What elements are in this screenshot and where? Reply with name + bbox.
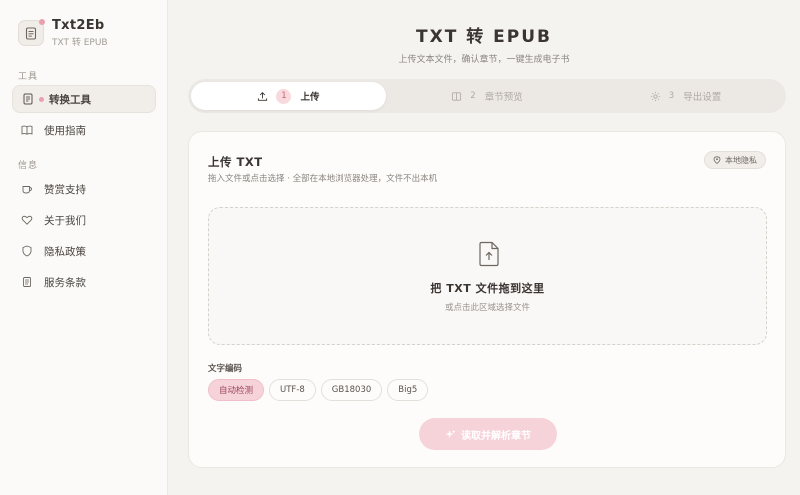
upload-card: 上传 TXT 拖入文件或点击选择 · 全部在本地浏览器处理，文件不出本机 本地隐… (188, 131, 786, 468)
sidebar-item-label: 转换工具 (49, 93, 91, 106)
privacy-badge: 本地隐私 (704, 151, 766, 169)
step-chapter-preview[interactable]: 2 章节预览 (389, 82, 585, 110)
document-icon (23, 93, 33, 105)
encoding-option-auto[interactable]: 自动检测 (208, 379, 265, 401)
sidebar: Txt2Eb TXT 转 EPUB 工具 转换工具 使用指南 信息 赞赏支持 关… (0, 0, 168, 495)
gear-icon (650, 91, 660, 101)
shield-icon (22, 245, 32, 257)
page-title: TXT 转 EPUB (416, 27, 552, 47)
encoding-option-big5[interactable]: Big5 (387, 379, 429, 401)
file-dropzone[interactable]: 把 TXT 文件拖到这里 或点击此区域选择文件 (208, 207, 767, 345)
card-title: 上传 TXT (208, 155, 263, 169)
section-label-info: 信息 (18, 161, 39, 171)
brand-subtitle: TXT 转 EPUB (52, 38, 108, 48)
encoding-option-gb18030[interactable]: GB18030 (320, 379, 383, 401)
sidebar-item-label: 赞赏支持 (44, 183, 86, 196)
card-description: 拖入文件或点击选择 · 全部在本地浏览器处理，文件不出本机 (208, 174, 438, 184)
sidebar-item-convert-tool[interactable]: 转换工具 (12, 85, 156, 113)
encoding-option-utf8[interactable]: UTF-8 (269, 379, 316, 401)
sidebar-item-label: 服务条款 (44, 276, 86, 289)
sidebar-item-label: 使用指南 (44, 124, 86, 137)
coffee-icon (22, 186, 32, 194)
app-logo-icon (18, 19, 45, 46)
scroll-icon (23, 277, 31, 287)
parse-chapters-label: 读取并解析章节 (461, 430, 531, 442)
step-number: 1 (276, 88, 292, 104)
brand[interactable]: Txt2Eb TXT 转 EPUB (18, 18, 108, 48)
book-icon (21, 125, 33, 135)
step-indicator: 1 上传 2 章节预览 3 导出设置 (188, 79, 786, 113)
sidebar-item-privacy[interactable]: 隐私政策 (12, 237, 156, 265)
page-subtitle: 上传文本文件，确认章节，一键生成电子书 (398, 55, 570, 65)
encoding-options: 自动检测 UTF-8 GB18030 Big5 (208, 379, 433, 401)
sidebar-item-user-guide[interactable]: 使用指南 (12, 116, 156, 144)
step-label: 上传 (300, 92, 320, 103)
file-upload-icon (479, 241, 499, 267)
active-indicator-dot (39, 96, 44, 102)
upload-icon (258, 91, 268, 101)
step-label: 导出设置 (683, 92, 722, 103)
sidebar-item-terms[interactable]: 服务条款 (12, 268, 156, 296)
location-pin-icon (713, 156, 721, 164)
brand-name: Txt2Eb (52, 18, 105, 33)
sidebar-item-label: 隐私政策 (44, 245, 86, 258)
sidebar-item-label: 关于我们 (44, 214, 86, 227)
step-upload[interactable]: 1 上传 (191, 82, 386, 110)
book-icon (452, 91, 462, 101)
heart-icon (21, 215, 33, 225)
privacy-badge-label: 本地隐私 (725, 155, 757, 165)
step-number: 2 (470, 91, 476, 101)
logo-badge-dot (39, 19, 45, 25)
encoding-label: 文字编码 (208, 364, 243, 374)
step-number: 3 (668, 91, 675, 101)
parse-chapters-button[interactable]: 读取并解析章节 (419, 418, 557, 450)
sidebar-item-about[interactable]: 关于我们 (12, 206, 156, 234)
section-label-tools: 工具 (18, 72, 39, 82)
dropzone-title: 把 TXT 文件拖到这里 (430, 282, 545, 295)
step-export-settings[interactable]: 3 导出设置 (588, 82, 783, 110)
step-label: 章节预览 (484, 92, 523, 103)
sidebar-item-donate[interactable]: 赞赏支持 (12, 175, 156, 203)
dropzone-subtitle: 或点击此区域选择文件 (444, 303, 530, 313)
sparkle-icon (445, 429, 456, 438)
